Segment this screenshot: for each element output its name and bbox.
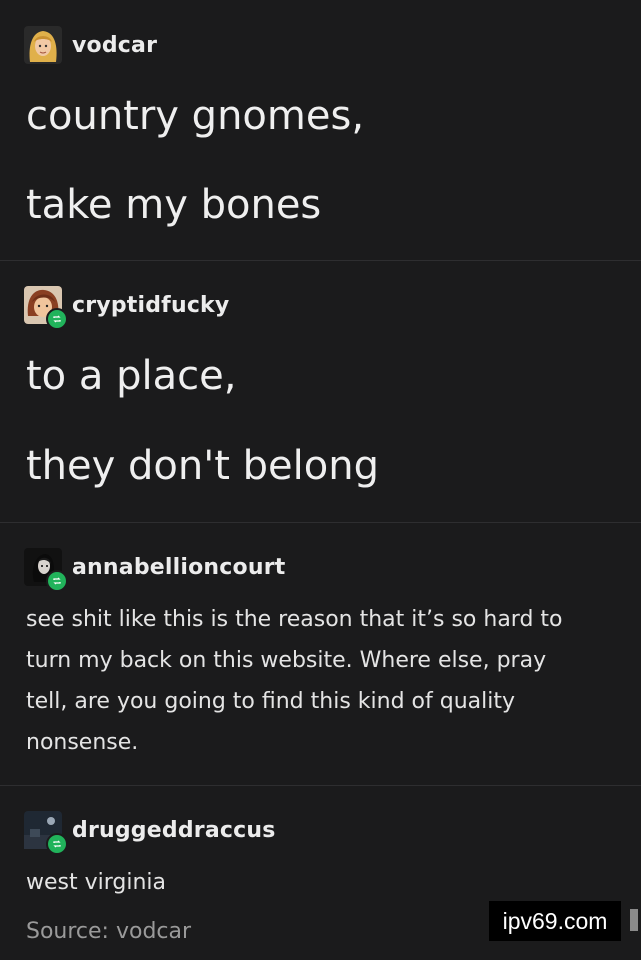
post-header: annabellioncourt	[24, 548, 285, 592]
reblog-icon	[53, 315, 61, 323]
avatar[interactable]	[24, 26, 62, 64]
blonde-character-avatar-icon	[24, 26, 62, 64]
post-text-line: turn my back on this website. Where else…	[26, 648, 547, 673]
reblog-badge	[46, 833, 68, 855]
avatar[interactable]	[24, 286, 68, 330]
watermark-edge	[630, 909, 638, 931]
avatar[interactable]	[24, 811, 68, 855]
reblog-icon	[53, 577, 61, 585]
post-text-line: to a place,	[26, 353, 237, 399]
post-divider	[0, 522, 641, 523]
watermark: ipv69.com	[489, 901, 621, 941]
post-header: cryptidfucky	[24, 286, 229, 330]
post-text-line: see shit like this is the reason that it…	[26, 607, 563, 632]
reblog-badge	[46, 308, 68, 330]
username[interactable]: annabellioncourt	[72, 555, 285, 580]
reblog-icon	[53, 840, 61, 848]
post-text-line: west virginia	[26, 870, 167, 895]
username[interactable]: druggeddraccus	[72, 818, 276, 843]
post-body: see shit like this is the reason that it…	[26, 599, 621, 763]
post-text-line: they don't belong	[26, 443, 379, 489]
post-header: vodcar	[24, 26, 157, 64]
username[interactable]: cryptidfucky	[72, 293, 229, 318]
avatar[interactable]	[24, 548, 68, 592]
post-text-line: take my bones	[26, 182, 322, 228]
post-text-line: nonsense.	[26, 730, 139, 755]
post-header: druggeddraccus	[24, 811, 276, 855]
post-divider	[0, 260, 641, 261]
username[interactable]: vodcar	[72, 33, 157, 58]
source-link[interactable]: Source: vodcar	[26, 919, 191, 944]
reblog-badge	[46, 570, 68, 592]
post-divider	[0, 785, 641, 786]
post-text-line: tell, are you going to find this kind of…	[26, 689, 515, 714]
post-text-line: country gnomes,	[26, 93, 365, 139]
post-body: west virginia	[26, 862, 621, 903]
